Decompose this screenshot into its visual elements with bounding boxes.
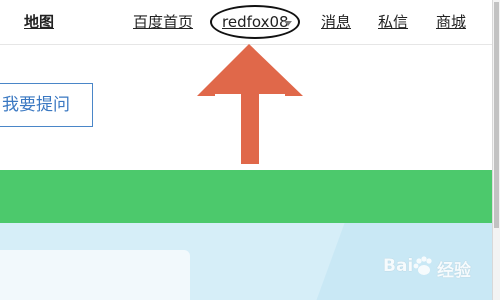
ask-question-button[interactable]: 我要提问: [0, 83, 93, 127]
scrollbar-thumb[interactable]: [494, 2, 499, 228]
green-banner: [0, 170, 492, 223]
nav-link-baidu-home[interactable]: 百度首页: [133, 12, 193, 32]
chevron-down-icon[interactable]: [284, 21, 292, 26]
red-arrow-annotation: [197, 44, 303, 164]
nav-link-mall[interactable]: 商城: [436, 12, 466, 32]
user-menu[interactable]: redfox08: [210, 5, 300, 39]
baidu-jingyan-watermark: Bai 经验: [383, 252, 483, 282]
nav-link-messages[interactable]: 消息: [321, 12, 351, 32]
username-link[interactable]: redfox08: [222, 12, 289, 32]
nav-link-private-messages[interactable]: 私信: [378, 12, 408, 32]
arrow-shape: [197, 44, 303, 164]
top-nav-bar: 地图 百度首页 redfox08 消息 私信 商城: [0, 0, 492, 45]
paw-icon: [413, 256, 432, 275]
watermark-text-right: 经验: [437, 261, 471, 281]
content-card: [0, 250, 190, 300]
watermark-text-left: Bai: [383, 256, 414, 276]
vertical-scrollbar[interactable]: [492, 0, 500, 300]
nav-link-map[interactable]: 地图: [24, 12, 54, 32]
ask-question-label: 我要提问: [2, 95, 70, 115]
